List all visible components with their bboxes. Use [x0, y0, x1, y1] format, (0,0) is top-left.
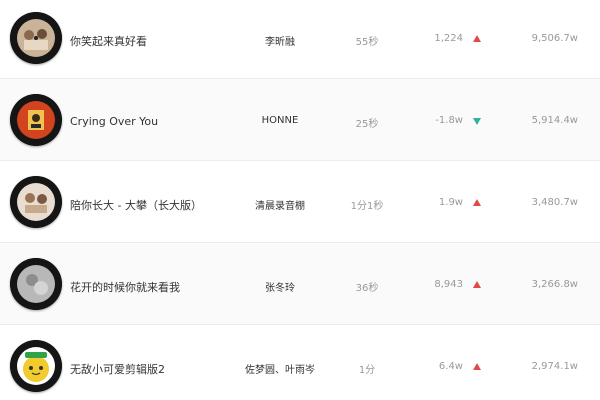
album-cover[interactable]	[10, 340, 62, 392]
orange-cover-icon	[10, 94, 62, 146]
photo-cover-icon	[10, 12, 62, 64]
trend-up-icon	[472, 198, 482, 208]
song-duration: 25秒	[355, 119, 379, 130]
artist-name[interactable]: 张冬玲	[220, 279, 340, 294]
list-item[interactable]: Crying Over You HONNE 25秒 -1.8w 5,914.4w	[0, 79, 600, 161]
artist-name[interactable]: HONNE	[220, 115, 340, 126]
trend-down-icon	[472, 116, 482, 126]
album-cover[interactable]	[10, 94, 62, 146]
play-change: 1,224	[434, 33, 463, 44]
song-title[interactable]: 花开的时候你就来看我	[70, 279, 180, 295]
list-item[interactable]: 无敌小可爱剪辑版2 佐梦圆、叶雨岑 1分 6.4w 2,974.1w	[0, 325, 600, 400]
list-item[interactable]: 你笑起来真好看 李昕融 55秒 1,224 9,506.7w	[0, 0, 600, 79]
album-cover[interactable]	[10, 12, 62, 64]
song-duration: 1分1秒	[350, 201, 384, 212]
artist-name[interactable]: 佐梦圆、叶雨岑	[220, 361, 340, 376]
play-change: 8,943	[434, 279, 463, 290]
play-count: 5,914.4w	[531, 115, 578, 126]
song-duration: 1分	[358, 365, 376, 376]
song-title[interactable]: Crying Over You	[70, 115, 158, 128]
trend-up-icon	[472, 280, 482, 290]
play-count: 3,266.8w	[531, 279, 578, 290]
list-item[interactable]: 花开的时候你就来看我 张冬玲 36秒 8,943 3,266.8w	[0, 243, 600, 325]
song-title[interactable]: 无敌小可爱剪辑版2	[70, 361, 165, 377]
play-count: 3,480.7w	[531, 197, 578, 208]
trend-up-icon	[472, 362, 482, 372]
play-change: 6.4w	[438, 361, 463, 372]
song-title[interactable]: 你笑起来真好看	[70, 33, 147, 49]
trend-up-icon	[472, 34, 482, 44]
song-title[interactable]: 陪你长大 - 大攀（长大版）	[70, 197, 202, 213]
album-cover[interactable]	[10, 258, 62, 310]
song-ranking-list: 你笑起来真好看 李昕融 55秒 1,224 9,506.7w Crying Ov…	[0, 0, 600, 400]
play-count: 2,974.1w	[531, 361, 578, 372]
yellow-cartoon-cover-icon	[10, 340, 62, 392]
album-cover[interactable]	[10, 176, 62, 228]
artist-name[interactable]: 清晨录音棚	[220, 197, 340, 212]
gray-cover-icon	[10, 258, 62, 310]
play-count: 9,506.7w	[531, 33, 578, 44]
play-change: 1.9w	[438, 197, 463, 208]
photo-cover-icon	[10, 176, 62, 228]
list-item[interactable]: 陪你长大 - 大攀（长大版） 清晨录音棚 1分1秒 1.9w 3,480.7w	[0, 161, 600, 243]
song-duration: 36秒	[355, 283, 379, 294]
song-duration: 55秒	[355, 37, 379, 48]
artist-name[interactable]: 李昕融	[220, 33, 340, 48]
play-change: -1.8w	[435, 115, 463, 126]
